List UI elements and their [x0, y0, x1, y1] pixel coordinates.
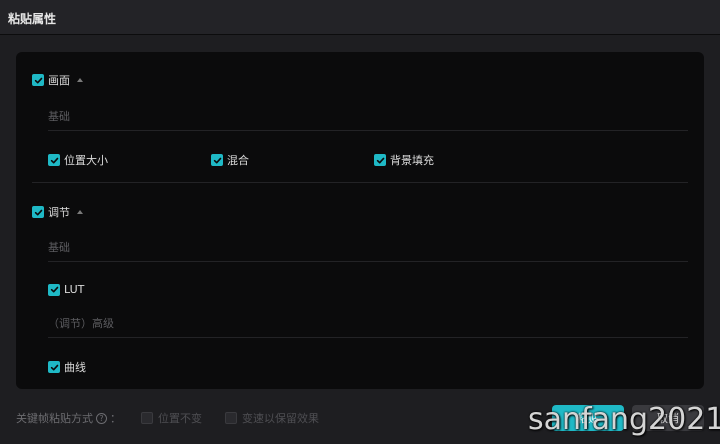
group-divider — [48, 261, 688, 262]
check-icon — [34, 77, 42, 83]
check-icon — [34, 209, 42, 215]
check-icon — [213, 157, 221, 163]
option-position-size-label: 位置大小 — [64, 154, 108, 167]
group-adjust-advanced-label: （调节）高级 — [48, 317, 114, 330]
help-icon[interactable]: ? — [96, 412, 107, 424]
check-icon — [376, 157, 384, 163]
watermark-text: sanfang2021 — [528, 402, 720, 437]
option-position-size-checkbox[interactable] — [48, 154, 60, 166]
option-lut-label: LUT — [64, 283, 85, 296]
dialog-titlebar: 粘贴属性 — [0, 0, 720, 35]
option-background-fill-label: 背景填充 — [390, 154, 434, 167]
option-background-fill-checkbox[interactable] — [374, 154, 386, 166]
section-adjust-header[interactable]: 调节 — [32, 204, 83, 220]
option-position-size[interactable]: 位置大小 — [48, 152, 108, 168]
section-divider — [32, 182, 688, 183]
check-icon — [50, 157, 58, 163]
group-divider — [48, 337, 688, 338]
section-picture-label: 画面 — [48, 74, 70, 87]
option-lut[interactable]: LUT — [48, 283, 84, 296]
option-blend-label: 混合 — [227, 154, 249, 167]
option-keep-position[interactable]: 位置不变 — [141, 410, 202, 426]
section-picture-checkbox[interactable] — [32, 74, 44, 86]
options-panel — [16, 52, 704, 389]
option-speed-keep-effect-label: 变速以保留效果 — [242, 412, 319, 425]
option-curves[interactable]: 曲线 — [48, 359, 86, 375]
keyframe-paste-mode-label: 关键帧粘贴方式 — [16, 412, 93, 425]
section-adjust-label: 调节 — [48, 206, 70, 219]
option-blend-checkbox[interactable] — [211, 154, 223, 166]
option-blend[interactable]: 混合 — [211, 152, 249, 168]
dialog-title: 粘贴属性 — [8, 12, 57, 26]
check-icon — [50, 286, 58, 293]
keyframe-paste-mode: 关键帧粘贴方式 ? ： — [16, 410, 121, 426]
option-curves-checkbox[interactable] — [48, 361, 60, 373]
option-keep-position-label: 位置不变 — [158, 412, 202, 425]
group-picture-basic-label: 基础 — [48, 110, 70, 123]
option-speed-keep-effect-checkbox[interactable] — [225, 412, 237, 424]
collapse-caret-icon[interactable] — [77, 78, 83, 82]
group-adjust-basic-label: 基础 — [48, 241, 70, 254]
option-curves-label: 曲线 — [64, 361, 86, 374]
option-background-fill[interactable]: 背景填充 — [374, 152, 434, 168]
option-keep-position-checkbox[interactable] — [141, 412, 153, 424]
group-divider — [48, 130, 688, 131]
collapse-caret-icon[interactable] — [77, 210, 83, 214]
section-picture-header[interactable]: 画面 — [32, 72, 83, 88]
check-icon — [50, 364, 58, 370]
option-speed-keep-effect[interactable]: 变速以保留效果 — [225, 410, 319, 426]
keyframe-paste-mode-colon: ： — [110, 412, 121, 425]
option-lut-checkbox[interactable] — [48, 283, 60, 296]
section-adjust-checkbox[interactable] — [32, 206, 44, 218]
